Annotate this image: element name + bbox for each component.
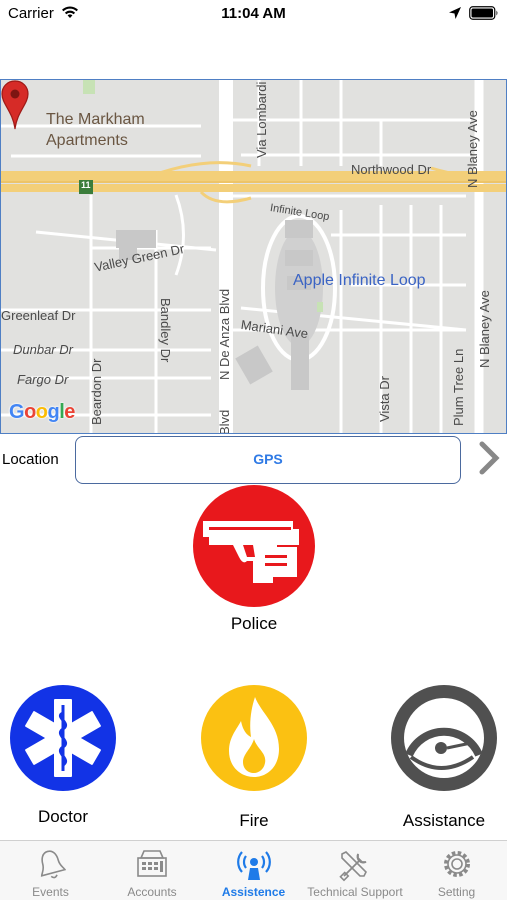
tab-setting-label: Setting xyxy=(437,885,476,899)
tab-bar: Events Accounts Assistence Technical Sup… xyxy=(0,840,507,900)
street-bandley: Bandley Dr xyxy=(158,298,173,363)
map-view[interactable]: 11 The Markham Apartments Northwood Dr V… xyxy=(0,79,507,434)
location-arrow-icon xyxy=(449,7,461,19)
place-markham: The Markham Apartments xyxy=(46,111,145,149)
street-northwood: Northwood Dr xyxy=(351,162,432,177)
highway-shield: 11 xyxy=(81,180,91,190)
register-icon xyxy=(137,850,167,877)
street-greenleaf: Greenleaf Dr xyxy=(1,308,76,323)
doctor-button[interactable]: Doctor xyxy=(10,685,116,830)
fire-label: Fire xyxy=(239,811,269,830)
map-pin-icon[interactable] xyxy=(1,80,29,130)
police-button[interactable]: Police xyxy=(193,485,315,635)
location-label: Location xyxy=(2,451,59,468)
tab-technical-support[interactable]: Technical Support xyxy=(304,841,406,900)
street-via-lombardi: Via Lombardi xyxy=(254,81,269,158)
fire-button[interactable]: Fire xyxy=(201,685,307,830)
tab-events[interactable]: Events xyxy=(0,841,101,900)
bell-icon xyxy=(40,850,66,879)
signal-person-icon xyxy=(236,851,271,880)
street-n-blaney-mid: N Blaney Ave xyxy=(477,290,492,368)
doctor-label: Doctor xyxy=(37,807,89,826)
police-label: Police xyxy=(230,614,278,633)
street-n-de-anza-bottom: Blvd xyxy=(217,409,232,434)
flame-icon xyxy=(201,685,307,791)
location-field[interactable]: GPS xyxy=(75,436,461,484)
status-bar: Carrier 11:04 AM xyxy=(0,0,507,30)
gun-icon xyxy=(193,485,315,607)
status-time: 11:04 AM xyxy=(221,5,286,22)
battery-icon xyxy=(469,6,498,20)
tab-assistence-label: Assistence xyxy=(221,885,286,899)
assistance-button[interactable]: Assistance xyxy=(391,685,497,830)
street-vista: Vista Dr xyxy=(377,376,392,422)
assistance-label: Assistance xyxy=(402,811,486,830)
street-fargo: Fargo Dr xyxy=(17,372,69,387)
tab-setting[interactable]: Setting xyxy=(406,841,507,900)
street-n-de-anza: N De Anza Blvd xyxy=(217,288,232,380)
street-n-blaney-top: N Blaney Ave xyxy=(465,110,480,188)
headset-icon xyxy=(391,685,497,791)
tab-accounts[interactable]: Accounts xyxy=(101,841,203,900)
place-apple-infinite-loop: Apple Infinite Loop xyxy=(293,272,426,289)
street-plum-tree: Plum Tree Ln xyxy=(451,348,466,426)
tools-icon xyxy=(339,851,367,882)
star-of-life-icon xyxy=(10,685,116,791)
tab-technical-support-label: Technical Support xyxy=(307,885,403,899)
tab-accounts-label: Accounts xyxy=(127,885,177,899)
chevron-right-icon[interactable] xyxy=(476,440,502,476)
tab-assistence[interactable]: Assistence xyxy=(203,841,304,900)
tab-events-label: Events xyxy=(32,885,69,899)
gear-icon xyxy=(443,851,470,877)
google-logo: Google xyxy=(9,401,75,423)
street-dunbar: Dunbar Dr xyxy=(13,342,73,357)
street-beardon: Beardon Dr xyxy=(89,358,104,425)
